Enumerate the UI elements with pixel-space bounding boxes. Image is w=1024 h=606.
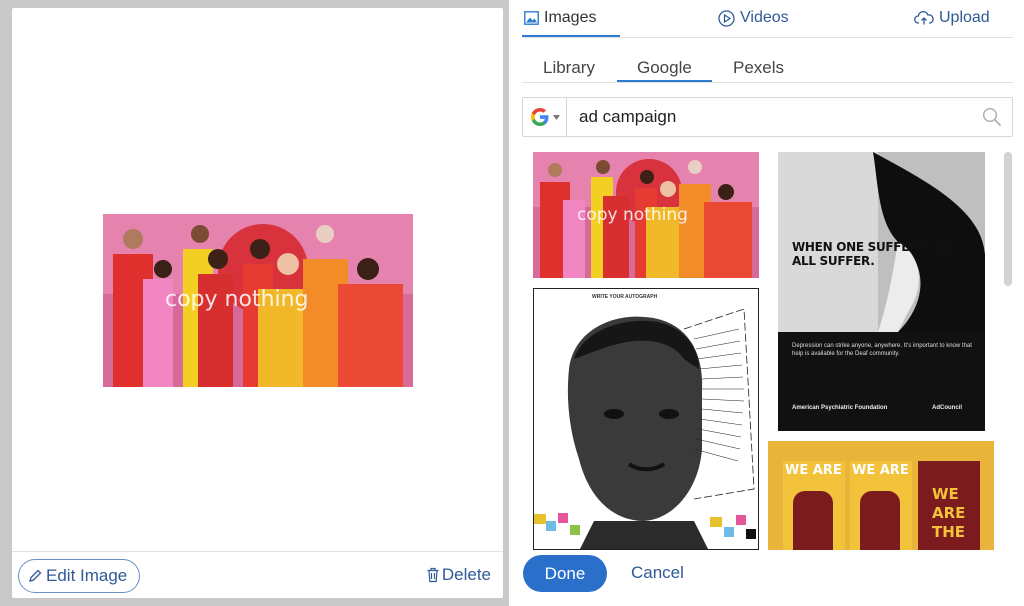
cancel-button[interactable]: Cancel xyxy=(631,563,684,583)
result-image-write-your-autograph[interactable]: WRITE YOUR AUTOGRAPH xyxy=(533,288,759,550)
done-button[interactable]: Done xyxy=(523,555,607,592)
tab-upload[interactable]: Upload xyxy=(914,9,990,27)
we-are-tile-1: WE ARE xyxy=(783,461,845,550)
search-engine-dropdown[interactable] xyxy=(523,98,567,136)
tab-images[interactable]: Images xyxy=(524,9,596,27)
tab-library[interactable]: Library xyxy=(543,58,595,78)
image-search-bar xyxy=(522,97,1013,137)
tab-videos[interactable]: Videos xyxy=(718,9,789,27)
copy-nothing-image: copy nothing xyxy=(103,214,413,387)
play-circle-icon xyxy=(718,9,735,27)
we-are-tile-3-line-1: WE xyxy=(932,485,959,503)
image-preview-panel: copy nothing Edit Image Delete xyxy=(12,8,503,598)
tab-pexels[interactable]: Pexels xyxy=(733,58,784,78)
result-headline-when-one-suffers: WHEN ONE SUFFERS, WE ALL SUFFER. xyxy=(792,240,956,268)
we-are-tile-3: WE ARE THE xyxy=(918,461,980,550)
result-body-when-one-suffers: Depression can strike anyone, anywhere. … xyxy=(792,343,972,357)
selected-image-preview: copy nothing xyxy=(103,214,413,387)
trash-icon xyxy=(427,567,439,583)
active-media-tab-indicator xyxy=(522,35,620,37)
results-scrollbar[interactable] xyxy=(1004,152,1012,286)
media-picker-panel: Images Videos Upload Library Google Pexe… xyxy=(509,0,1024,606)
delete-label: Delete xyxy=(441,565,491,584)
we-are-tile-3-line-2: ARE xyxy=(932,504,966,522)
tab-videos-label: Videos xyxy=(740,9,789,26)
we-are-tile-2: WE ARE xyxy=(850,461,912,550)
result-logo-apf: American Psychiatric Foundation xyxy=(792,405,888,411)
search-icon[interactable] xyxy=(982,107,1002,127)
result-autograph-graphic xyxy=(534,308,756,549)
result-image-we-are[interactable]: WE ARE WE ARE WE ARE THE xyxy=(768,441,994,550)
we-are-tile-2-text: WE ARE xyxy=(852,463,909,478)
image-results-grid: copy nothing WHEN ONE SUFFERS, WE ALL SU… xyxy=(509,145,1024,550)
image-source-tabs: Library Google Pexels xyxy=(522,52,1013,83)
tab-upload-label: Upload xyxy=(939,9,990,26)
chevron-down-icon xyxy=(553,114,560,120)
edit-image-button[interactable]: Edit Image xyxy=(18,559,141,593)
preview-footer: Edit Image Delete xyxy=(12,551,503,598)
result-logo-adcouncil: AdCouncil xyxy=(932,405,962,411)
result-image-when-one-suffers[interactable]: WHEN ONE SUFFERS, WE ALL SUFFER. Depress… xyxy=(778,152,985,431)
search-input[interactable] xyxy=(579,107,959,127)
active-source-tab-indicator xyxy=(617,80,712,82)
we-are-tile-1-text: WE ARE xyxy=(785,463,842,478)
preview-caption: copy nothing xyxy=(165,287,309,312)
edit-image-label: Edit Image xyxy=(46,566,128,585)
player-1-figure xyxy=(793,491,833,550)
result-image-copy-nothing[interactable]: copy nothing xyxy=(533,152,759,278)
result-copy-nothing-graphic: copy nothing xyxy=(533,152,759,278)
result-caption-copy-nothing: copy nothing xyxy=(577,205,688,225)
cloud-upload-icon xyxy=(914,10,934,25)
delete-button[interactable]: Delete xyxy=(426,565,491,585)
tab-google[interactable]: Google xyxy=(637,58,692,78)
we-are-tile-3-text: WE ARE THE xyxy=(918,461,980,542)
media-type-tabs: Images Videos Upload xyxy=(522,0,1013,38)
pencil-icon xyxy=(29,569,42,582)
image-icon xyxy=(524,11,539,25)
result-when-one-suffers-graphic xyxy=(778,152,985,431)
google-icon xyxy=(531,108,549,126)
we-are-tile-3-line-3: THE xyxy=(932,523,966,541)
player-2-figure xyxy=(860,491,900,550)
tab-images-label: Images xyxy=(544,9,597,26)
